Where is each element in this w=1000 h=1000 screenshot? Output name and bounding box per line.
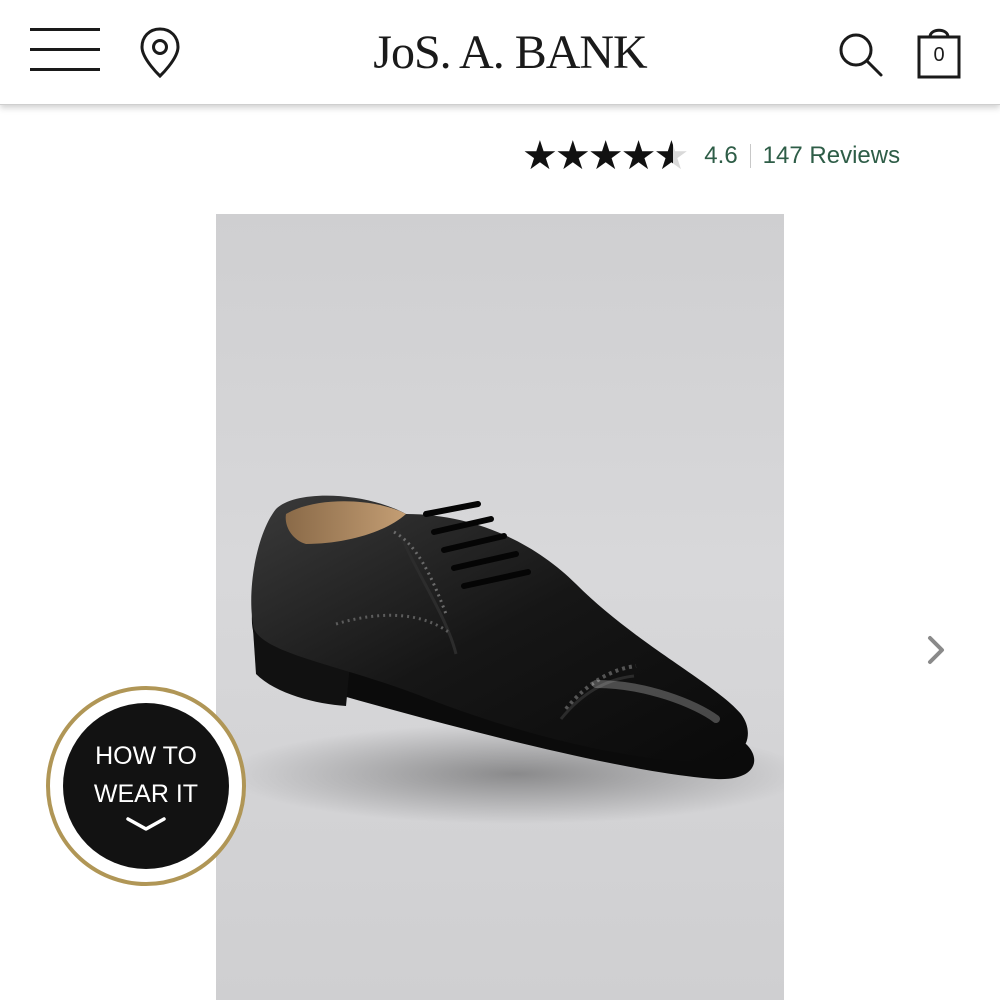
stars-filled: ★★★★★ <box>522 136 674 176</box>
product-rating: ★★★★★ ★★★★★ 4.6 147 Reviews <box>522 134 900 178</box>
logo-text: JoS. A. BANK <box>373 25 647 79</box>
product-image[interactable] <box>216 214 784 1000</box>
next-image-button[interactable] <box>918 628 958 672</box>
site-header: JoS. A. BANK 0 <box>0 0 1000 105</box>
brand-logo[interactable]: JoS. A. BANK <box>373 24 647 80</box>
how-to-wear-it-badge: HOW TO WEAR IT <box>63 703 229 869</box>
search-icon <box>839 33 883 77</box>
menu-button[interactable] <box>30 28 102 74</box>
how-to-wear-it-label: HOW TO WEAR IT <box>93 742 199 808</box>
star-rating: ★★★★★ ★★★★★ <box>522 136 689 176</box>
chevron-right-icon <box>928 636 944 664</box>
menu-icon-bar <box>30 68 100 71</box>
bag-count: 0 <box>933 44 945 66</box>
menu-icon-bar <box>30 48 100 51</box>
shopping-bag-button[interactable]: 0 <box>914 24 964 80</box>
how-to-wear-it-button[interactable]: HOW TO WEAR IT <box>46 686 246 886</box>
reviews-link[interactable]: 147 Reviews <box>763 142 900 170</box>
rating-divider <box>749 144 751 168</box>
location-pin-icon <box>140 27 180 79</box>
menu-icon-bar <box>30 28 100 31</box>
search-button[interactable] <box>836 30 884 78</box>
store-locator-button[interactable] <box>138 26 182 80</box>
dress-shoe-image <box>226 495 784 824</box>
rating-value: 4.6 <box>704 142 738 169</box>
chevron-down-icon <box>126 817 166 831</box>
